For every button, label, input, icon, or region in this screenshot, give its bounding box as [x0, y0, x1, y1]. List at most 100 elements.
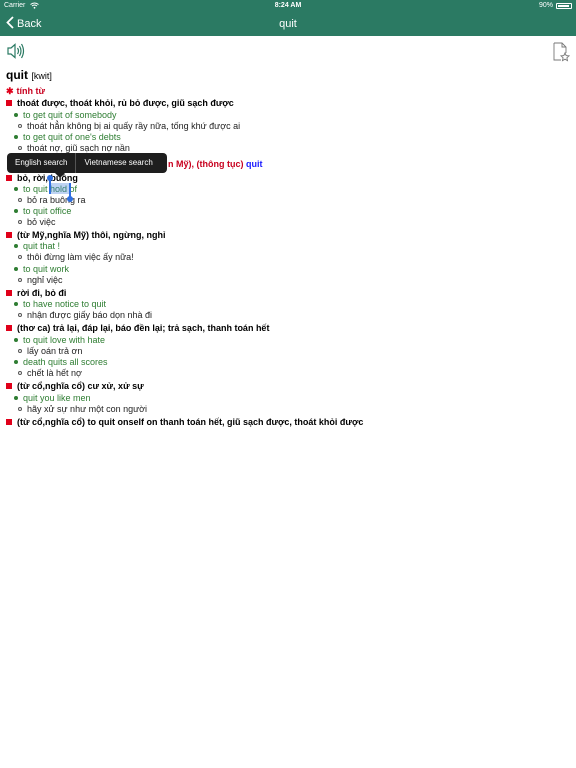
square-bullet-icon	[6, 419, 12, 425]
sense-text: (thơ ca) trả lại, đáp lại, báo đền lại; …	[17, 323, 270, 333]
square-bullet-icon	[6, 100, 12, 106]
sense-label-red: n Mỹ), (thông tục)	[168, 159, 244, 169]
battery-icon	[556, 2, 572, 9]
ring-bullet-icon	[18, 124, 22, 128]
vietnamese-search-button[interactable]: Vietnamese search	[76, 153, 160, 173]
ring-bullet-icon	[18, 371, 22, 375]
translation-text: bỏ việc	[27, 217, 56, 227]
ring-bullet-icon	[18, 407, 22, 411]
sense-item: (từ cổ,nghĩa cổ) to quit onself on thanh…	[6, 417, 363, 428]
sense-text: rời đi, bỏ đi	[17, 288, 67, 298]
translation-item: thôi đừng làm việc ấy nữa!	[18, 252, 134, 263]
english-search-button[interactable]: English search	[7, 153, 75, 173]
dot-bullet-icon	[14, 113, 18, 117]
selection-context-menu: English search Vietnamese search	[7, 153, 167, 178]
translation-text: nhận được giấy báo dọn nhà đi	[27, 310, 153, 320]
sense-item: (từ cổ,nghĩa cổ) cư xử, xử sự	[6, 381, 144, 392]
example-text: to quit love with hate	[23, 335, 106, 345]
translation-text: thoát hẳn không bị ai quấy rầy nữa, tống…	[27, 121, 241, 131]
dot-bullet-icon	[14, 187, 18, 191]
translation-text: nghỉ việc	[27, 275, 63, 285]
example-item: to get quit of one's debts	[14, 132, 121, 143]
square-bullet-icon	[6, 290, 12, 296]
headword: quit [kwit]	[6, 68, 52, 82]
example-text: to quit office	[23, 206, 72, 216]
sense-text: (từ cổ,nghĩa cổ) cư xử, xử sự	[17, 381, 144, 391]
example-item: to quit love with hate	[14, 335, 105, 346]
sense-item: (thơ ca) trả lại, đáp lại, báo đền lại; …	[6, 323, 269, 334]
square-bullet-icon	[6, 175, 12, 181]
headword-text: quit	[6, 68, 28, 82]
example-text: to have notice to quit	[23, 299, 107, 309]
dot-bullet-icon	[14, 267, 18, 271]
translation-item: nghỉ việc	[18, 275, 63, 286]
ring-bullet-icon	[18, 220, 22, 224]
translation-text: thôi đừng làm việc ấy nữa!	[27, 252, 134, 262]
dot-bullet-icon	[14, 209, 18, 213]
navigation-bar: Back quit	[0, 12, 576, 36]
translation-item: lấy oán trả ơn	[18, 346, 82, 357]
pronunciation: [kwit]	[31, 71, 52, 81]
sense-item: (từ Mỹ,nghĩa Mỹ) thôi, ngừng, nghỉ	[6, 230, 166, 241]
battery-percent: 90%	[538, 2, 553, 9]
example-item: to get quit of somebody	[14, 110, 117, 121]
page-title: quit	[279, 18, 297, 30]
sense-item: thoát được, thoát khỏi, rủ bỏ được, giũ …	[6, 98, 234, 109]
ring-bullet-icon	[18, 313, 22, 317]
selection-end-handle[interactable]	[67, 183, 73, 202]
translation-text: bỏ ra buông ra	[27, 195, 86, 205]
sense-text: (từ cổ,nghĩa cổ) to quit onself on thanh…	[17, 417, 364, 427]
clock: 8:24 AM	[274, 2, 302, 9]
example-item: death quits all scores	[14, 357, 108, 368]
menu-pointer-arrow	[55, 173, 65, 178]
asterisk-icon: ✱	[6, 86, 14, 96]
part-of-speech: ✱ tính từ	[6, 86, 45, 97]
translation-text: chết là hết nợ	[27, 368, 82, 378]
translation-text: hãy xử sự như một con người	[27, 404, 148, 414]
translation-item: chết là hết nợ	[18, 368, 82, 379]
ring-bullet-icon	[18, 278, 22, 282]
bookmark-star-icon[interactable]	[552, 42, 571, 62]
sense-item: rời đi, bỏ đi	[6, 288, 66, 299]
text-selection-highlight	[50, 183, 70, 194]
battery-status: 90%	[539, 2, 572, 9]
example-item: quit that !	[14, 241, 60, 252]
sense-item-partial: n Mỹ), (thông tục) quit	[168, 159, 263, 170]
dot-bullet-icon	[14, 396, 18, 400]
example-text: death quits all scores	[23, 357, 108, 367]
cross-reference-link[interactable]: quit	[246, 159, 263, 169]
example-text: to get quit of somebody	[23, 110, 117, 120]
translation-text: thoát nợ, giũ sạch nợ nần	[27, 143, 130, 153]
ring-bullet-icon	[18, 255, 22, 259]
translation-text: lấy oán trả ơn	[27, 346, 83, 356]
status-bar: Carrier 8:24 AM 90%	[0, 0, 576, 12]
example-text: to quit work	[23, 264, 70, 274]
square-bullet-icon	[6, 325, 12, 331]
example-text: quit that !	[23, 241, 61, 251]
translation-item: hãy xử sự như một con người	[18, 404, 147, 415]
dot-bullet-icon	[14, 360, 18, 364]
square-bullet-icon	[6, 232, 12, 238]
ring-bullet-icon	[18, 198, 22, 202]
ring-bullet-icon	[18, 146, 22, 150]
sense-text: thoát được, thoát khỏi, rủ bỏ được, giũ …	[17, 98, 234, 108]
dot-bullet-icon	[14, 135, 18, 139]
selection-start-handle[interactable]	[47, 175, 53, 194]
translation-item: thoát hẳn không bị ai quấy rầy nữa, tống…	[18, 121, 240, 132]
example-item: to have notice to quit	[14, 299, 106, 310]
translation-item: bỏ việc	[18, 217, 56, 228]
part-of-speech-label: tính từ	[16, 86, 46, 96]
dot-bullet-icon	[14, 244, 18, 248]
example-item: to quit office	[14, 206, 71, 217]
translation-item: bỏ ra buông ra	[18, 195, 86, 206]
dot-bullet-icon	[14, 302, 18, 306]
dot-bullet-icon	[14, 338, 18, 342]
example-text: quit you like men	[23, 393, 91, 403]
speaker-icon[interactable]	[6, 42, 26, 60]
example-item: to quit work	[14, 264, 69, 275]
square-bullet-icon	[6, 383, 12, 389]
ring-bullet-icon	[18, 349, 22, 353]
example-item: quit you like men	[14, 393, 91, 404]
example-text: to get quit of one's debts	[23, 132, 121, 142]
sense-text: (từ Mỹ,nghĩa Mỹ) thôi, ngừng, nghỉ	[17, 230, 166, 240]
